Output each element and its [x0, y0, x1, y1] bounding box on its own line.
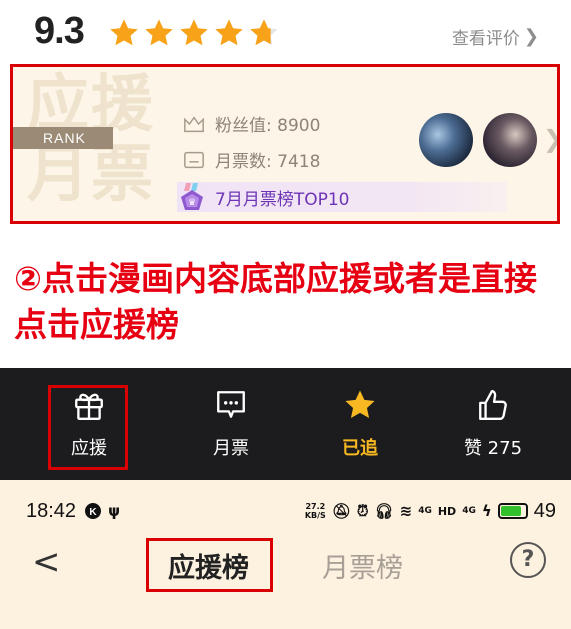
- thumbs-up-icon: [479, 390, 507, 420]
- star-icon: [110, 19, 138, 46]
- top10-label: 7月月票榜TOP10: [215, 189, 350, 210]
- avatar[interactable]: [483, 113, 537, 167]
- rank-card[interactable]: 应援 月票 RANK 粉丝值: 8900 月票数: 7418 ♛ 7月月票榜TO…: [10, 64, 560, 224]
- ticket-icon: [217, 391, 245, 418]
- like-button[interactable]: 赞 275: [448, 388, 538, 460]
- instruction-text: ②点击漫画内容底部应援或者是直接点击应援榜: [14, 259, 537, 344]
- wifi-icon: ≋: [399, 502, 413, 520]
- highlight-box: [146, 538, 273, 592]
- net-speed: 27.2 KB/S: [304, 502, 326, 520]
- view-reviews-link[interactable]: 查看评价 ❯: [452, 24, 539, 49]
- signal-4g-icon: 4G: [418, 506, 432, 516]
- rating-row: 9.3 查看评价 ❯: [0, 0, 571, 64]
- follow-button[interactable]: 已追: [315, 388, 405, 460]
- avatar[interactable]: [419, 113, 473, 167]
- chevron-right-icon: ❯: [523, 26, 539, 47]
- alarm-icon: ⏰︎: [356, 502, 369, 520]
- monthly-ticket-button[interactable]: 月票: [186, 388, 276, 460]
- help-button[interactable]: ?: [510, 542, 546, 578]
- status-time: 18:42: [26, 499, 77, 522]
- signal-4g-icon: 4G: [462, 506, 476, 516]
- k-app-icon: K: [85, 503, 102, 519]
- top10-banner: ♛ 7月月票榜TOP10: [177, 182, 507, 212]
- status-left-icons: K ψ: [84, 502, 120, 520]
- star-half-icon: [250, 19, 278, 46]
- svg-text:♛: ♛: [188, 197, 196, 207]
- ticket-label: 月票: [213, 438, 249, 459]
- medal-icon: ♛: [181, 183, 203, 210]
- charging-icon: ϟ: [481, 502, 492, 520]
- status-bar: 18:42 K ψ 27.2 KB/S 🔕︎ ⏰︎ 🎧︎ ≋ 4G HD 4G …: [26, 498, 556, 524]
- like-label: 赞 275: [463, 438, 523, 459]
- follow-label: 已追: [342, 438, 378, 459]
- rank-tag: RANK: [13, 127, 113, 149]
- rating-stars: [108, 17, 280, 49]
- app-header: 18:42 K ψ 27.2 KB/S 🔕︎ ⏰︎ 🎧︎ ≋ 4G HD 4G …: [0, 480, 571, 629]
- battery-icon: [497, 503, 528, 519]
- star-icon: [345, 390, 375, 419]
- ticket-value: 月票数: 7418: [215, 152, 321, 172]
- star-icon: [180, 19, 208, 46]
- view-reviews-label: 查看评价: [451, 29, 520, 49]
- hd-icon: HD: [437, 504, 457, 518]
- ticket-stat: 月票数: 7418: [183, 147, 320, 172]
- fans-stat: 粉丝值: 8900: [183, 111, 320, 136]
- crown-icon: [184, 115, 204, 132]
- star-icon: [145, 19, 173, 46]
- svg-text:K: K: [89, 507, 97, 518]
- back-arrow-icon[interactable]: <: [32, 542, 61, 582]
- battery-level: 49: [533, 499, 556, 522]
- usb-icon: ψ: [108, 502, 120, 520]
- tab-monthly-ticket-rank[interactable]: 月票榜: [322, 546, 403, 585]
- mute-icon: 🔕︎: [331, 502, 351, 520]
- highlight-box: [48, 385, 128, 470]
- headphones-icon: 🎧︎: [374, 502, 394, 520]
- status-right-icons: 27.2 KB/S 🔕︎ ⏰︎ 🎧︎ ≋ 4G HD 4G ϟ 49: [305, 500, 556, 523]
- chevron-right-icon: ❯: [543, 125, 557, 153]
- ticket-icon: [184, 151, 204, 168]
- star-icon: [215, 19, 243, 46]
- fans-value: 粉丝值: 8900: [215, 116, 321, 136]
- rating-score: 9.3: [34, 10, 85, 52]
